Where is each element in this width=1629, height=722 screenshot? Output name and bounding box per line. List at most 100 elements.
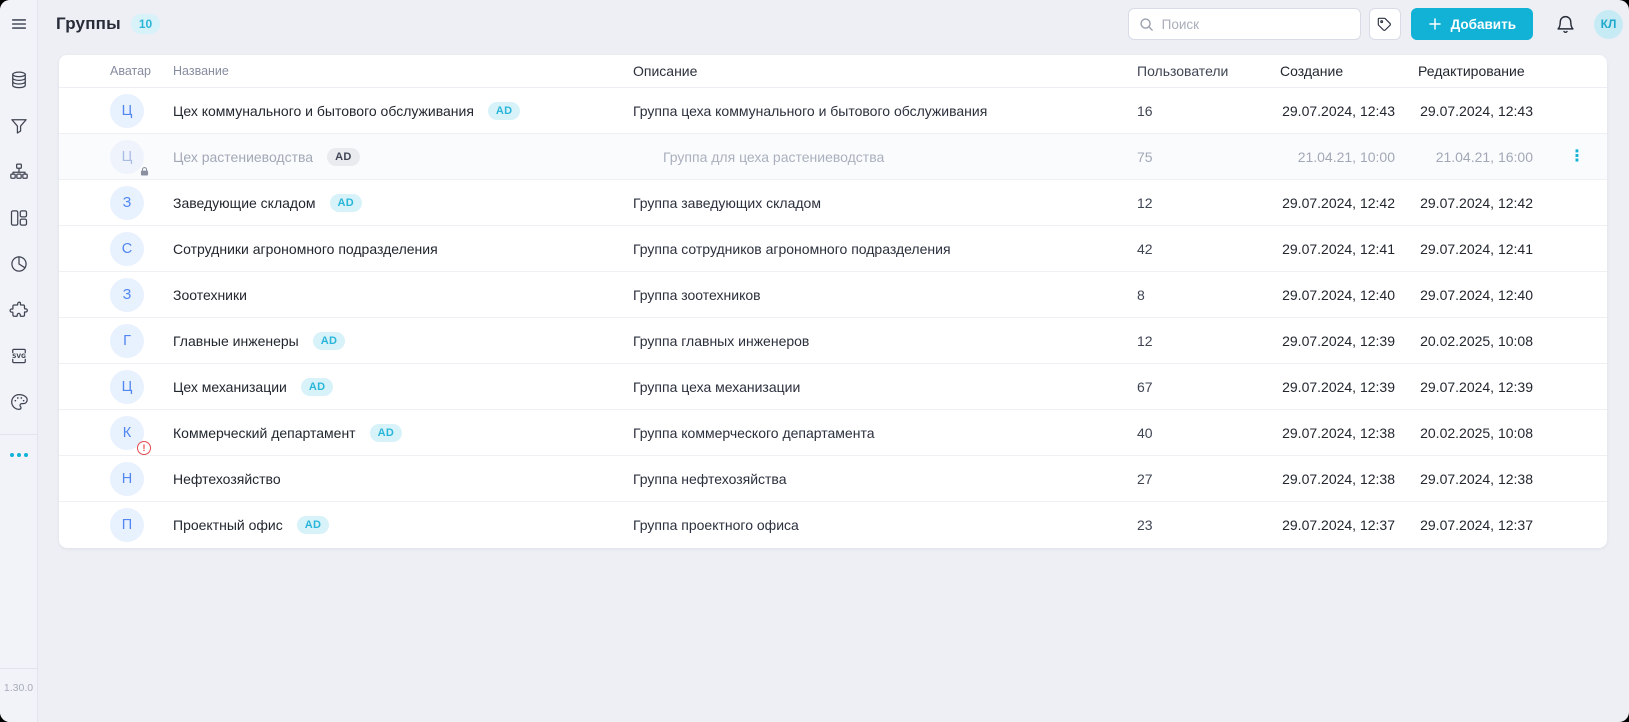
users-count: 27 (1137, 471, 1270, 487)
users-count: 67 (1137, 379, 1270, 395)
created-date: 29.07.2024, 12:42 (1270, 195, 1395, 211)
row-actions-cell: ⋮ (1533, 149, 1593, 165)
avatar-cell: П (110, 508, 173, 542)
ad-badge: AD (313, 332, 346, 350)
sidebar-divider (0, 434, 37, 435)
avatar-initial: З (123, 287, 132, 303)
group-name-cell: Главные инженерыAD (173, 332, 633, 350)
ad-badge: AD (370, 424, 403, 442)
table-row[interactable]: К!Коммерческий департаментADГруппа комме… (59, 410, 1607, 456)
sidebar-item-database[interactable] (0, 70, 37, 90)
layout-icon (9, 208, 29, 228)
table-body: ЦЦех коммунального и бытового обслуживан… (59, 88, 1607, 548)
avatar-initial: Ц (122, 379, 133, 395)
users-count: 75 (1137, 149, 1270, 165)
group-avatar: П (110, 508, 144, 542)
add-button[interactable]: Добавить (1411, 8, 1533, 40)
search-box (1128, 8, 1361, 40)
table-row[interactable]: ЦЦех коммунального и бытового обслуживан… (59, 88, 1607, 134)
table-row[interactable]: ННефтехозяйствоГруппа нефтехозяйства2729… (59, 456, 1607, 502)
users-count: 40 (1137, 425, 1270, 441)
ad-badge: AD (488, 102, 521, 120)
notifications-button[interactable] (1555, 14, 1576, 35)
sidebar-item-hierarchy[interactable] (0, 162, 37, 182)
sidebar-item-palette[interactable] (0, 392, 37, 412)
column-header-edited: Редактирование (1395, 63, 1533, 79)
group-description: Группа коммерческого департамента (633, 425, 1137, 441)
edited-date: 29.07.2024, 12:37 (1395, 517, 1533, 533)
created-date: 29.07.2024, 12:40 (1270, 287, 1395, 303)
app-window: SVG 1.30.0 Группы (0, 0, 1629, 722)
sidebar-item-puzzle[interactable] (0, 300, 37, 320)
created-date: 29.07.2024, 12:38 (1270, 425, 1395, 441)
table-row[interactable]: ППроектный офисADГруппа проектного офиса… (59, 502, 1607, 548)
page-title: Группы (56, 14, 121, 34)
table-row[interactable]: Ц Цех механизацииADГруппа цеха механизаци… (59, 364, 1607, 410)
table-row[interactable]: Г Главные инженерыADГруппа главных инжене… (59, 318, 1607, 364)
group-description: Группа зоотехников (633, 287, 1137, 303)
lock-icon (139, 166, 150, 177)
group-avatar: Н (110, 462, 144, 496)
groups-count-badge: 10 (131, 14, 160, 34)
avatar-initial: С (122, 241, 132, 257)
hamburger-menu-icon (10, 15, 28, 33)
hierarchy-icon (9, 162, 29, 182)
user-avatar[interactable]: КЛ (1594, 10, 1623, 39)
group-name-cell: Коммерческий департаментAD (173, 424, 633, 442)
avatar-initial: Г (123, 333, 131, 349)
sidebar-footer: 1.30.0 (0, 668, 37, 722)
group-description: Группа проектного офиса (633, 517, 1137, 533)
topbar: Группы 10 Добавить (38, 0, 1629, 48)
sidebar-item-filter[interactable] (0, 116, 37, 136)
edited-date: 29.07.2024, 12:38 (1395, 471, 1533, 487)
edited-date: 21.04.21, 16:00 (1395, 149, 1533, 165)
group-name-cell: Нефтехозяйство (173, 471, 633, 487)
avatar-cell: С (110, 232, 173, 266)
group-avatar: С (110, 232, 144, 266)
groups-table: Аватар Название Описание Пользователи Со… (59, 55, 1607, 548)
table-row[interactable]: ЗЗаведующие складомADГруппа заведующих с… (59, 180, 1607, 226)
avatar-cell: Н (110, 462, 173, 496)
database-icon (9, 70, 29, 90)
sidebar-item-pie-chart[interactable] (0, 254, 37, 274)
created-date: 29.07.2024, 12:39 (1270, 379, 1395, 395)
column-header-description: Описание (633, 63, 1137, 79)
warning-icon: ! (137, 441, 151, 455)
tags-button[interactable] (1369, 8, 1401, 40)
group-description: Группа для цеха растениеводства (633, 149, 1137, 165)
kebab-menu-icon[interactable]: ⋮ (1569, 149, 1593, 165)
search-input[interactable] (1162, 17, 1350, 32)
group-avatar: Ц (110, 140, 144, 174)
table-row[interactable]: ЦЦех растениеводстваADГруппа для цеха ра… (59, 134, 1607, 180)
column-header-avatar: Аватар (110, 64, 173, 78)
avatar-cell: Ц (110, 140, 173, 174)
group-description: Группа главных инженеров (633, 333, 1137, 349)
filter-icon (9, 116, 29, 136)
sidebar-item-layout[interactable] (0, 208, 37, 228)
group-name: Сотрудники агрономного подразделения (173, 241, 438, 257)
sidebar-item-svg[interactable]: SVG (0, 346, 37, 366)
table-row[interactable]: ЗЗоотехникиГруппа зоотехников829.07.2024… (59, 272, 1607, 318)
table-row[interactable]: ССотрудники агрономного подразделенияГру… (59, 226, 1607, 272)
ad-badge: AD (327, 148, 360, 166)
avatar-initial: Ц (122, 103, 133, 119)
avatar-cell: Г (110, 324, 173, 358)
group-name-cell: Цех механизацииAD (173, 378, 633, 396)
column-header-users: Пользователи (1137, 63, 1270, 79)
app-version: 1.30.0 (4, 682, 33, 694)
group-description: Группа цеха коммунального и бытового обс… (633, 103, 1137, 119)
sidebar-item-more[interactable] (10, 453, 28, 457)
ad-badge: AD (330, 194, 363, 212)
search-icon (1139, 17, 1154, 32)
created-date: 29.07.2024, 12:41 (1270, 241, 1395, 257)
edited-date: 29.07.2024, 12:42 (1395, 195, 1533, 211)
group-description: Группа цеха механизации (633, 379, 1137, 395)
svg-file-icon: SVG (9, 346, 29, 366)
avatar-initial: З (123, 195, 132, 211)
tag-icon (1376, 16, 1393, 33)
hamburger-menu-button[interactable] (0, 0, 37, 48)
sidebar: SVG 1.30.0 (0, 0, 38, 722)
edited-date: 29.07.2024, 12:39 (1395, 379, 1533, 395)
avatar-cell: З (110, 278, 173, 312)
created-date: 29.07.2024, 12:37 (1270, 517, 1395, 533)
